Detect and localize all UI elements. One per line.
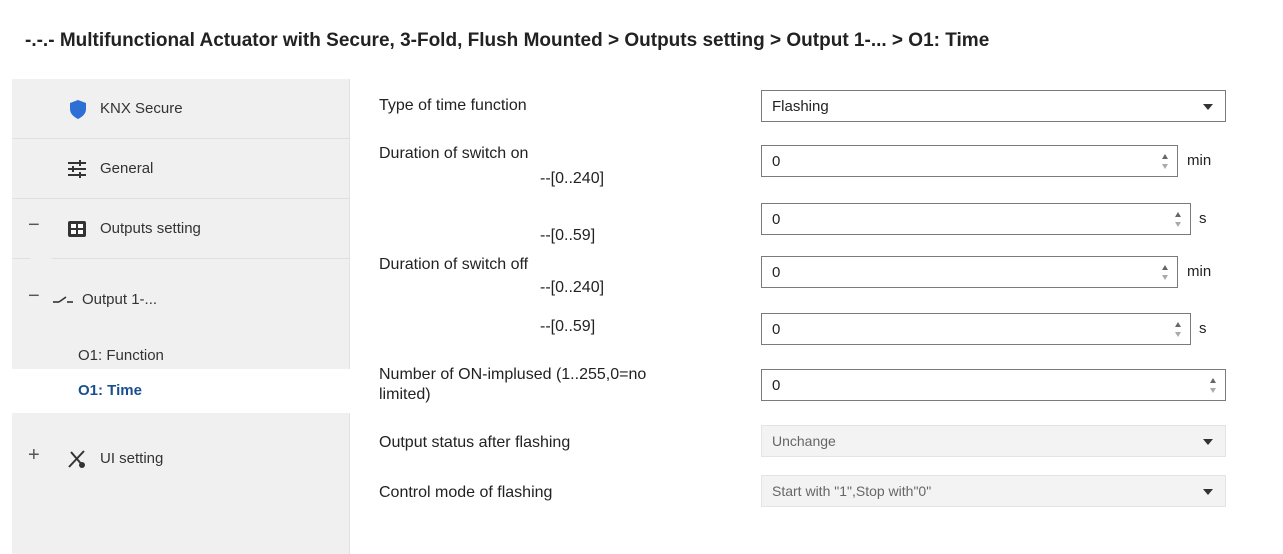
sidebar-item-ui-setting[interactable]: + UI setting [12, 429, 350, 489]
spin-down-icon[interactable] [1175, 332, 1181, 337]
duration-on-min-range: --[0..240] [540, 170, 605, 187]
control-mode-label: Control mode of flashing [379, 484, 553, 501]
on-impulses-input[interactable]: 0 [761, 369, 1226, 401]
input-value: 0 [772, 321, 781, 338]
select-value: Unchange [772, 433, 836, 449]
duration-on-label: Duration of switch on [379, 145, 529, 162]
duration-off-sec-unit: s [1199, 320, 1207, 337]
shield-icon [67, 98, 89, 120]
spin-up-icon[interactable] [1175, 212, 1181, 217]
duration-off-min-range: --[0..240] [540, 279, 605, 296]
title-bar: -.-.- Multifunctional Actuator with Secu… [0, 0, 1283, 84]
input-value: 0 [772, 377, 781, 394]
switch-icon [52, 289, 74, 311]
duration-off-min-unit: min [1187, 263, 1212, 280]
duration-off-sec-range: --[0..59] [540, 318, 596, 335]
on-impulses-label: Number of ON-implused (1..255,0=no limit… [379, 365, 646, 405]
duration-off-label: Duration of switch off [379, 256, 529, 273]
duration-off-sec-input[interactable]: 0 [761, 313, 1191, 345]
spin-down-icon[interactable] [1175, 222, 1181, 227]
sidebar-item-label: UI setting [100, 450, 164, 467]
on-impulses-label-line1: Number of ON-implused (1..255,0=no [379, 366, 647, 383]
status-after-flashing-select[interactable]: Unchange [761, 425, 1226, 457]
chevron-down-icon [1203, 489, 1213, 495]
sidebar-pointer [29, 257, 53, 269]
spin-up-icon[interactable] [1175, 322, 1181, 327]
chevron-down-icon [1203, 439, 1213, 445]
module-icon [66, 218, 88, 240]
sidebar-item-label: O1: Function [78, 347, 164, 364]
select-value: Start with "1",Stop with"0" [772, 483, 932, 499]
input-value: 0 [772, 153, 781, 170]
chevron-down-icon [1203, 104, 1213, 110]
sidebar-item-output-1[interactable]: − Output 1-... [12, 270, 350, 330]
parameter-panel: Type of time function Flashing Duration … [351, 79, 1283, 554]
spin-up-icon[interactable] [1162, 265, 1168, 270]
sidebar-item-label: Output 1-... [82, 291, 158, 308]
spin-up-icon[interactable] [1210, 378, 1216, 383]
sidebar-item-label: General [100, 160, 154, 177]
duration-on-sec-unit: s [1199, 210, 1207, 227]
sidebar-item-o1-time[interactable]: O1: Time [12, 369, 350, 413]
on-impulses-label-line2: limited) [379, 386, 431, 403]
spin-down-icon[interactable] [1162, 164, 1168, 169]
control-mode-select[interactable]: Start with "1",Stop with"0" [761, 475, 1226, 507]
sidebar-item-label: Outputs setting [100, 220, 201, 237]
spin-down-icon[interactable] [1210, 388, 1216, 393]
select-value: Flashing [772, 98, 829, 115]
sidebar-item-knx-secure[interactable]: KNX Secure [12, 79, 350, 139]
sidebar: KNX Secure General − Outputs setting − O… [12, 79, 350, 554]
duration-off-min-input[interactable]: 0 [761, 256, 1178, 288]
duration-on-min-unit: min [1187, 152, 1212, 169]
ui-tools-icon [66, 448, 88, 470]
sidebar-item-label: KNX Secure [100, 100, 183, 117]
type-of-time-function-select[interactable]: Flashing [761, 90, 1226, 122]
input-value: 0 [772, 211, 781, 228]
status-after-flashing-label: Output status after flashing [379, 434, 571, 451]
input-value: 0 [772, 264, 781, 281]
type-of-time-function-label: Type of time function [379, 97, 527, 114]
page-title: -.-.- Multifunctional Actuator with Secu… [25, 30, 990, 51]
collapse-toggle[interactable]: − [28, 214, 40, 237]
duration-on-min-input[interactable]: 0 [761, 145, 1178, 177]
sliders-icon [66, 158, 88, 180]
duration-on-sec-input[interactable]: 0 [761, 203, 1191, 235]
spin-down-icon[interactable] [1162, 275, 1168, 280]
duration-on-sec-range: --[0..59] [540, 227, 596, 244]
spin-up-icon[interactable] [1162, 154, 1168, 159]
collapse-toggle[interactable]: − [28, 285, 40, 308]
sidebar-item-outputs-setting[interactable]: − Outputs setting [12, 199, 350, 259]
expand-toggle[interactable]: + [28, 444, 40, 467]
sidebar-item-general[interactable]: General [12, 139, 350, 199]
sidebar-item-label: O1: Time [78, 382, 142, 399]
